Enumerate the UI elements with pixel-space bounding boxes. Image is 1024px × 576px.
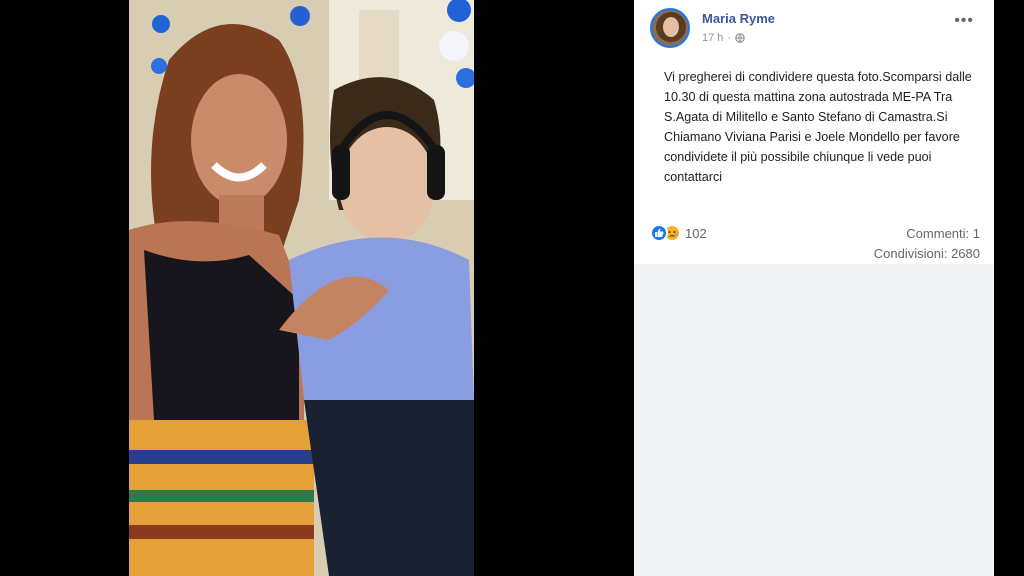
more-options-icon[interactable]: ••• bbox=[954, 12, 974, 30]
meta-separator: · bbox=[727, 32, 732, 44]
post-meta: 17 h · bbox=[702, 32, 745, 44]
post-time[interactable]: 17 h bbox=[702, 32, 723, 44]
post-photo[interactable] bbox=[129, 0, 474, 576]
post-panel: Maria Ryme 17 h · ••• Vi pregherei di co… bbox=[634, 0, 994, 576]
reaction-count[interactable]: 102 bbox=[685, 226, 707, 241]
comments-count[interactable]: Commenti: 1 bbox=[906, 226, 980, 241]
shares-count[interactable]: Condivisioni: 2680 bbox=[874, 246, 980, 261]
comments-area bbox=[634, 264, 994, 576]
reactions-summary[interactable]: 102 bbox=[650, 224, 707, 242]
photo-illustration bbox=[129, 0, 474, 576]
avatar[interactable] bbox=[650, 8, 690, 48]
like-icon bbox=[650, 224, 668, 242]
post-text: Vi pregherei di condividere questa foto.… bbox=[664, 70, 972, 184]
right-border bbox=[994, 0, 1024, 576]
post-header: Maria Ryme 17 h · ••• bbox=[650, 8, 980, 48]
photo-viewer bbox=[0, 0, 634, 576]
globe-icon[interactable] bbox=[735, 33, 745, 43]
author-name[interactable]: Maria Ryme bbox=[702, 11, 775, 26]
